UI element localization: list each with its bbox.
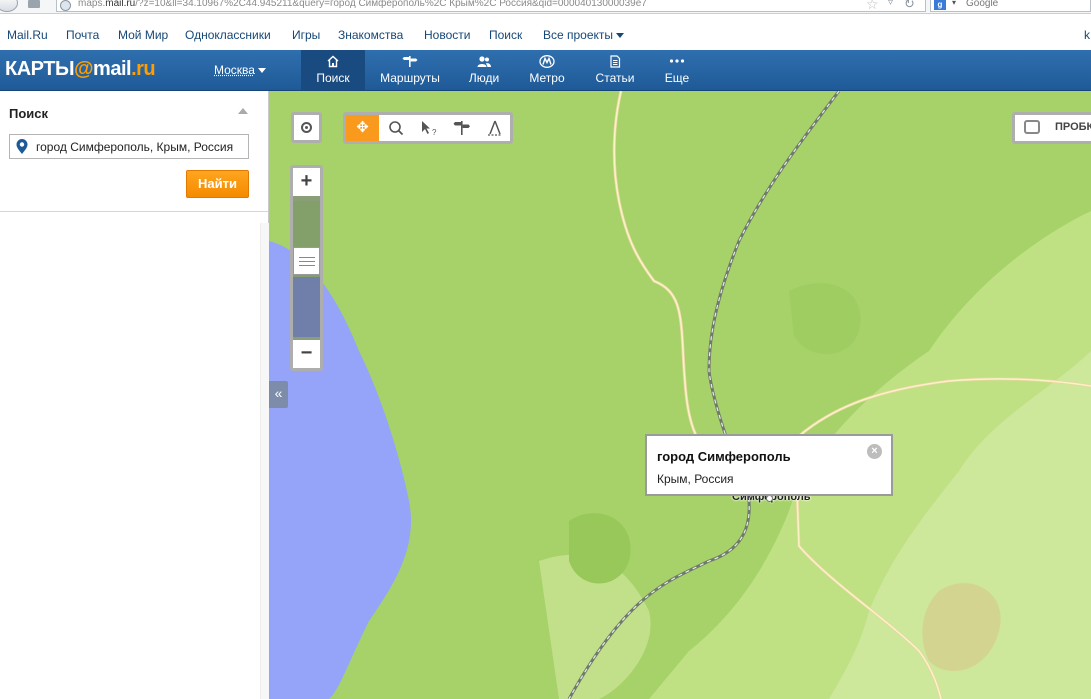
- popup-subtitle: Крым, Россия: [657, 472, 734, 486]
- portal-link-search[interactable]: Поиск: [489, 28, 522, 42]
- reload-icon[interactable]: ↻: [904, 0, 915, 12]
- url-dropdown-icon[interactable]: ▿: [888, 0, 893, 8]
- portal-link-mail[interactable]: Почта: [66, 28, 99, 42]
- signpost-icon: [374, 55, 446, 68]
- forest-patch-2: [789, 283, 861, 355]
- crosshair-icon: [301, 122, 312, 133]
- find-button[interactable]: Найти: [186, 170, 249, 198]
- collapse-up-icon[interactable]: [238, 108, 248, 114]
- tab-articles[interactable]: Статьи: [591, 50, 639, 90]
- city-selector[interactable]: Москва: [214, 63, 266, 77]
- tab-people[interactable]: Люди: [461, 50, 507, 90]
- app-header: КАРТЫ@mail.ru Москва Поиск Маршруты Люди…: [0, 50, 1091, 91]
- tab-label: Маршруты: [380, 71, 440, 85]
- popup-title: город Симферополь: [657, 449, 791, 464]
- map-canvas[interactable]: [269, 91, 1091, 699]
- google-icon[interactable]: g: [934, 0, 946, 10]
- search-input[interactable]: [36, 135, 248, 158]
- tab-routes[interactable]: Маршруты: [374, 50, 446, 90]
- zoom-in-button[interactable]: +: [293, 168, 320, 196]
- zoom-search-tool-icon[interactable]: [379, 115, 412, 141]
- what-here-tool-icon[interactable]: ?: [412, 115, 445, 141]
- zoom-slider-handle[interactable]: [293, 247, 320, 275]
- portal-link-dating[interactable]: Знакомства: [338, 28, 403, 42]
- road-inner: [613, 91, 700, 442]
- panel-divider: [261, 223, 269, 699]
- tab-metro[interactable]: Метро: [524, 50, 570, 90]
- tab-label: Еще: [664, 71, 690, 85]
- globe-icon: [60, 0, 71, 11]
- traffic-light-icon: [1024, 120, 1040, 134]
- portal-nav: Mail.Ru Почта Мой Мир Одноклассники Игры…: [0, 24, 1091, 50]
- tab-more[interactable]: Еще: [660, 50, 694, 90]
- people-icon: [461, 55, 507, 68]
- search-form: Поиск Найти: [0, 91, 268, 212]
- zoom-track-lower[interactable]: [293, 277, 320, 337]
- home-icon: [301, 55, 365, 68]
- stop-icon[interactable]: [28, 0, 40, 8]
- back-button[interactable]: [0, 0, 18, 12]
- portal-link-odnoklassniki[interactable]: Одноклассники: [185, 28, 271, 42]
- tab-search[interactable]: Поиск: [301, 50, 365, 90]
- portal-link-right[interactable]: k: [1084, 28, 1090, 42]
- results-area: [0, 223, 261, 699]
- my-location-button[interactable]: [291, 112, 322, 143]
- chevron-down-icon: [616, 33, 625, 39]
- route-tool-icon[interactable]: [445, 115, 478, 141]
- traffic-button[interactable]: ПРОБКИ: [1012, 112, 1091, 144]
- logo[interactable]: КАРТЫ@mail.ru: [5, 58, 156, 82]
- tab-label: Люди: [468, 71, 500, 85]
- map-toolbar: ✥ ?: [343, 112, 513, 144]
- chevron-down-icon: [257, 68, 266, 74]
- close-icon[interactable]: ×: [867, 444, 882, 459]
- document-icon: [591, 55, 639, 68]
- metro-icon: [524, 55, 570, 68]
- collapse-panel-button[interactable]: «: [269, 381, 288, 408]
- zoom-out-button[interactable]: −: [293, 340, 320, 368]
- search-engine-dropdown-icon[interactable]: ▾: [952, 0, 956, 7]
- bookmark-star-icon[interactable]: ☆: [866, 0, 879, 13]
- city-marker[interactable]: [766, 495, 773, 502]
- result-popup: город Симферополь Крым, Россия ×: [645, 434, 893, 496]
- svg-text:?: ?: [432, 128, 437, 136]
- tab-label: Поиск: [316, 71, 350, 85]
- search-engine-placeholder[interactable]: Google: [966, 0, 998, 9]
- search-field[interactable]: [9, 134, 249, 159]
- portal-link-all-projects[interactable]: Все проекты: [543, 28, 625, 42]
- portal-link-news[interactable]: Новости: [424, 28, 470, 42]
- location-pin-icon: [16, 139, 28, 154]
- move-tool-icon[interactable]: ✥: [346, 115, 379, 141]
- forest-patch: [569, 513, 631, 584]
- map-layer: [269, 91, 1091, 699]
- zoom-control: + −: [290, 165, 323, 371]
- tab-label: Метро: [529, 71, 565, 85]
- browser-toolbar: maps.mail.ru/?z=10&ll=34.10967%2C44.9452…: [0, 0, 1091, 14]
- search-panel: Поиск Найти: [0, 91, 269, 699]
- ruler-tool-icon[interactable]: [478, 115, 511, 141]
- portal-link-games[interactable]: Игры: [292, 28, 320, 42]
- portal-link-myworld[interactable]: Мой Мир: [118, 28, 168, 42]
- address-bar-url[interactable]: maps.mail.ru/?z=10&ll=34.10967%2C44.9452…: [78, 0, 647, 9]
- traffic-label: ПРОБКИ: [1055, 121, 1091, 133]
- tab-label: Статьи: [595, 71, 635, 85]
- more-icon: [660, 55, 694, 68]
- portal-link-mailru[interactable]: Mail.Ru: [7, 28, 48, 42]
- panel-title: Поиск: [9, 106, 49, 121]
